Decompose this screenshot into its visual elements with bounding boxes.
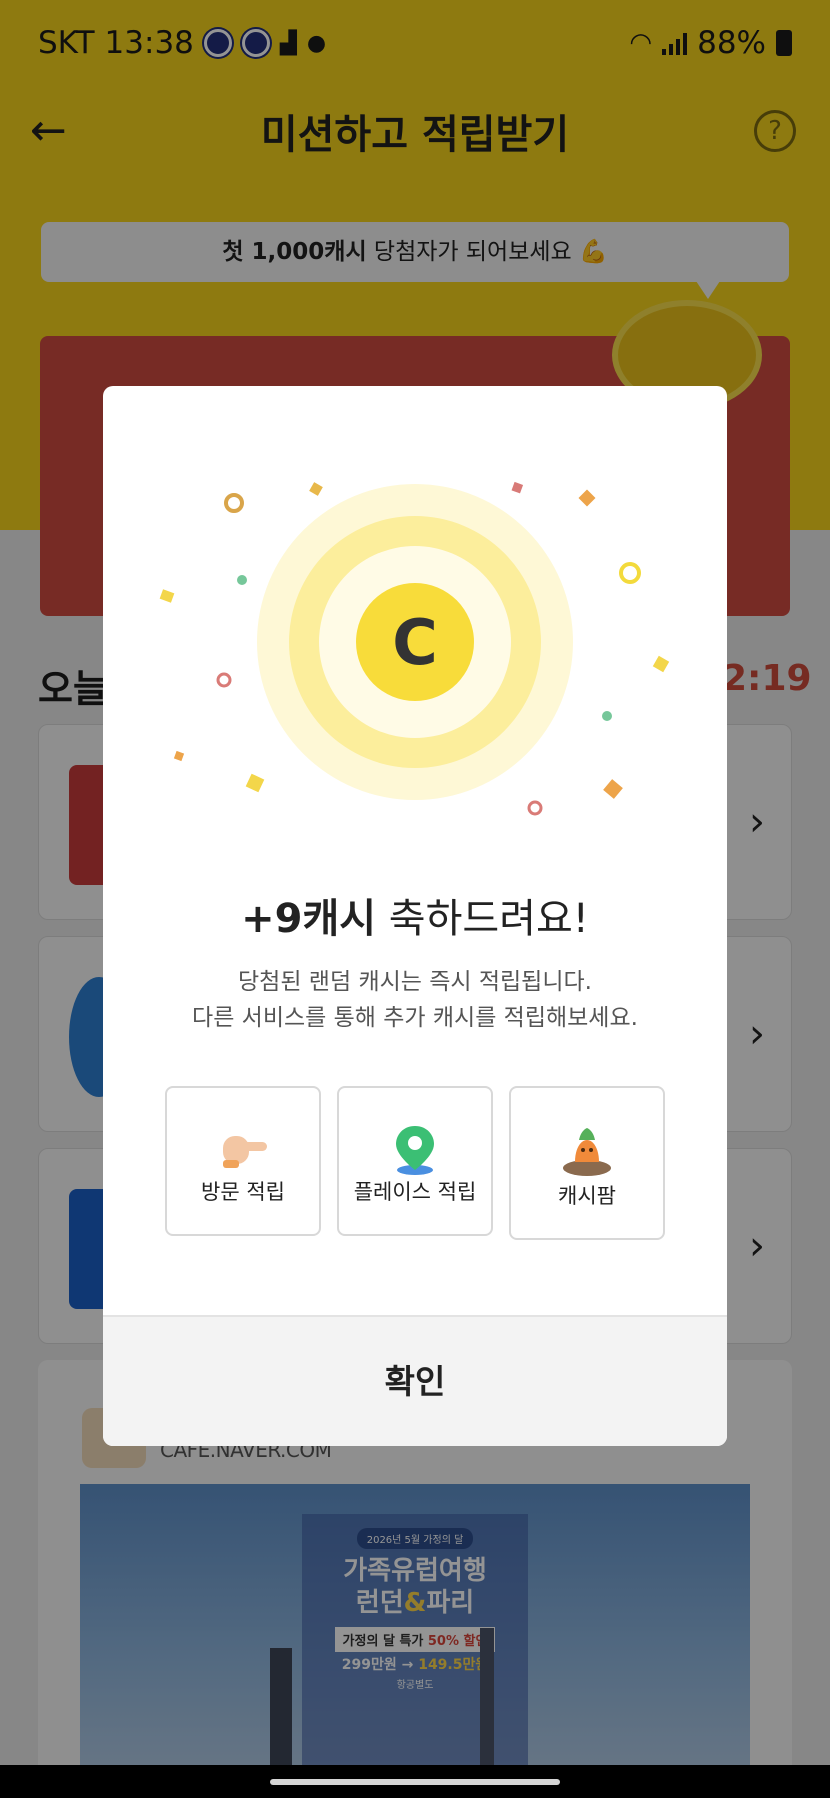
cash-farm-button[interactable]: 캐시팜: [509, 1086, 665, 1240]
reward-congrats: 축하드려요!: [376, 896, 589, 942]
reward-description: 당첨된 랜덤 캐시는 즉시 적립됩니다. 다른 서비스를 통해 추가 캐시를 적…: [103, 964, 727, 1036]
pointing-hand-icon: [223, 1136, 267, 1168]
place-reward-button[interactable]: 플레이스 적립: [337, 1086, 493, 1236]
svg-text:C: C: [392, 606, 438, 679]
service-label: 플레이스 적립: [353, 1180, 477, 1204]
service-label: 방문 적립: [201, 1180, 285, 1204]
confetti-burst: C: [159, 481, 670, 816]
confirm-button[interactable]: 확인: [103, 1315, 727, 1446]
reward-amount: +9캐시: [241, 896, 377, 942]
map-pin-icon: [396, 1126, 434, 1175]
service-label: 캐시팜: [558, 1184, 616, 1208]
reward-desc-line: 당첨된 랜덤 캐시는 즉시 적립됩니다.: [238, 969, 592, 995]
home-gesture-handle[interactable]: [270, 1779, 560, 1785]
reward-title: +9캐시 축하드려요!: [103, 886, 727, 944]
visit-reward-button[interactable]: 방문 적립: [165, 1086, 321, 1236]
reward-modal: C +9캐시 축하드려요! 당첨된 랜덤 캐시는 즉시 적립됩니다. 다른 서비…: [103, 386, 727, 1446]
reward-desc-line: 다른 서비스를 통해 추가 캐시를 적립해보세요.: [192, 1005, 638, 1031]
coin-icon: C: [356, 583, 474, 701]
carrot-icon: [563, 1128, 611, 1176]
